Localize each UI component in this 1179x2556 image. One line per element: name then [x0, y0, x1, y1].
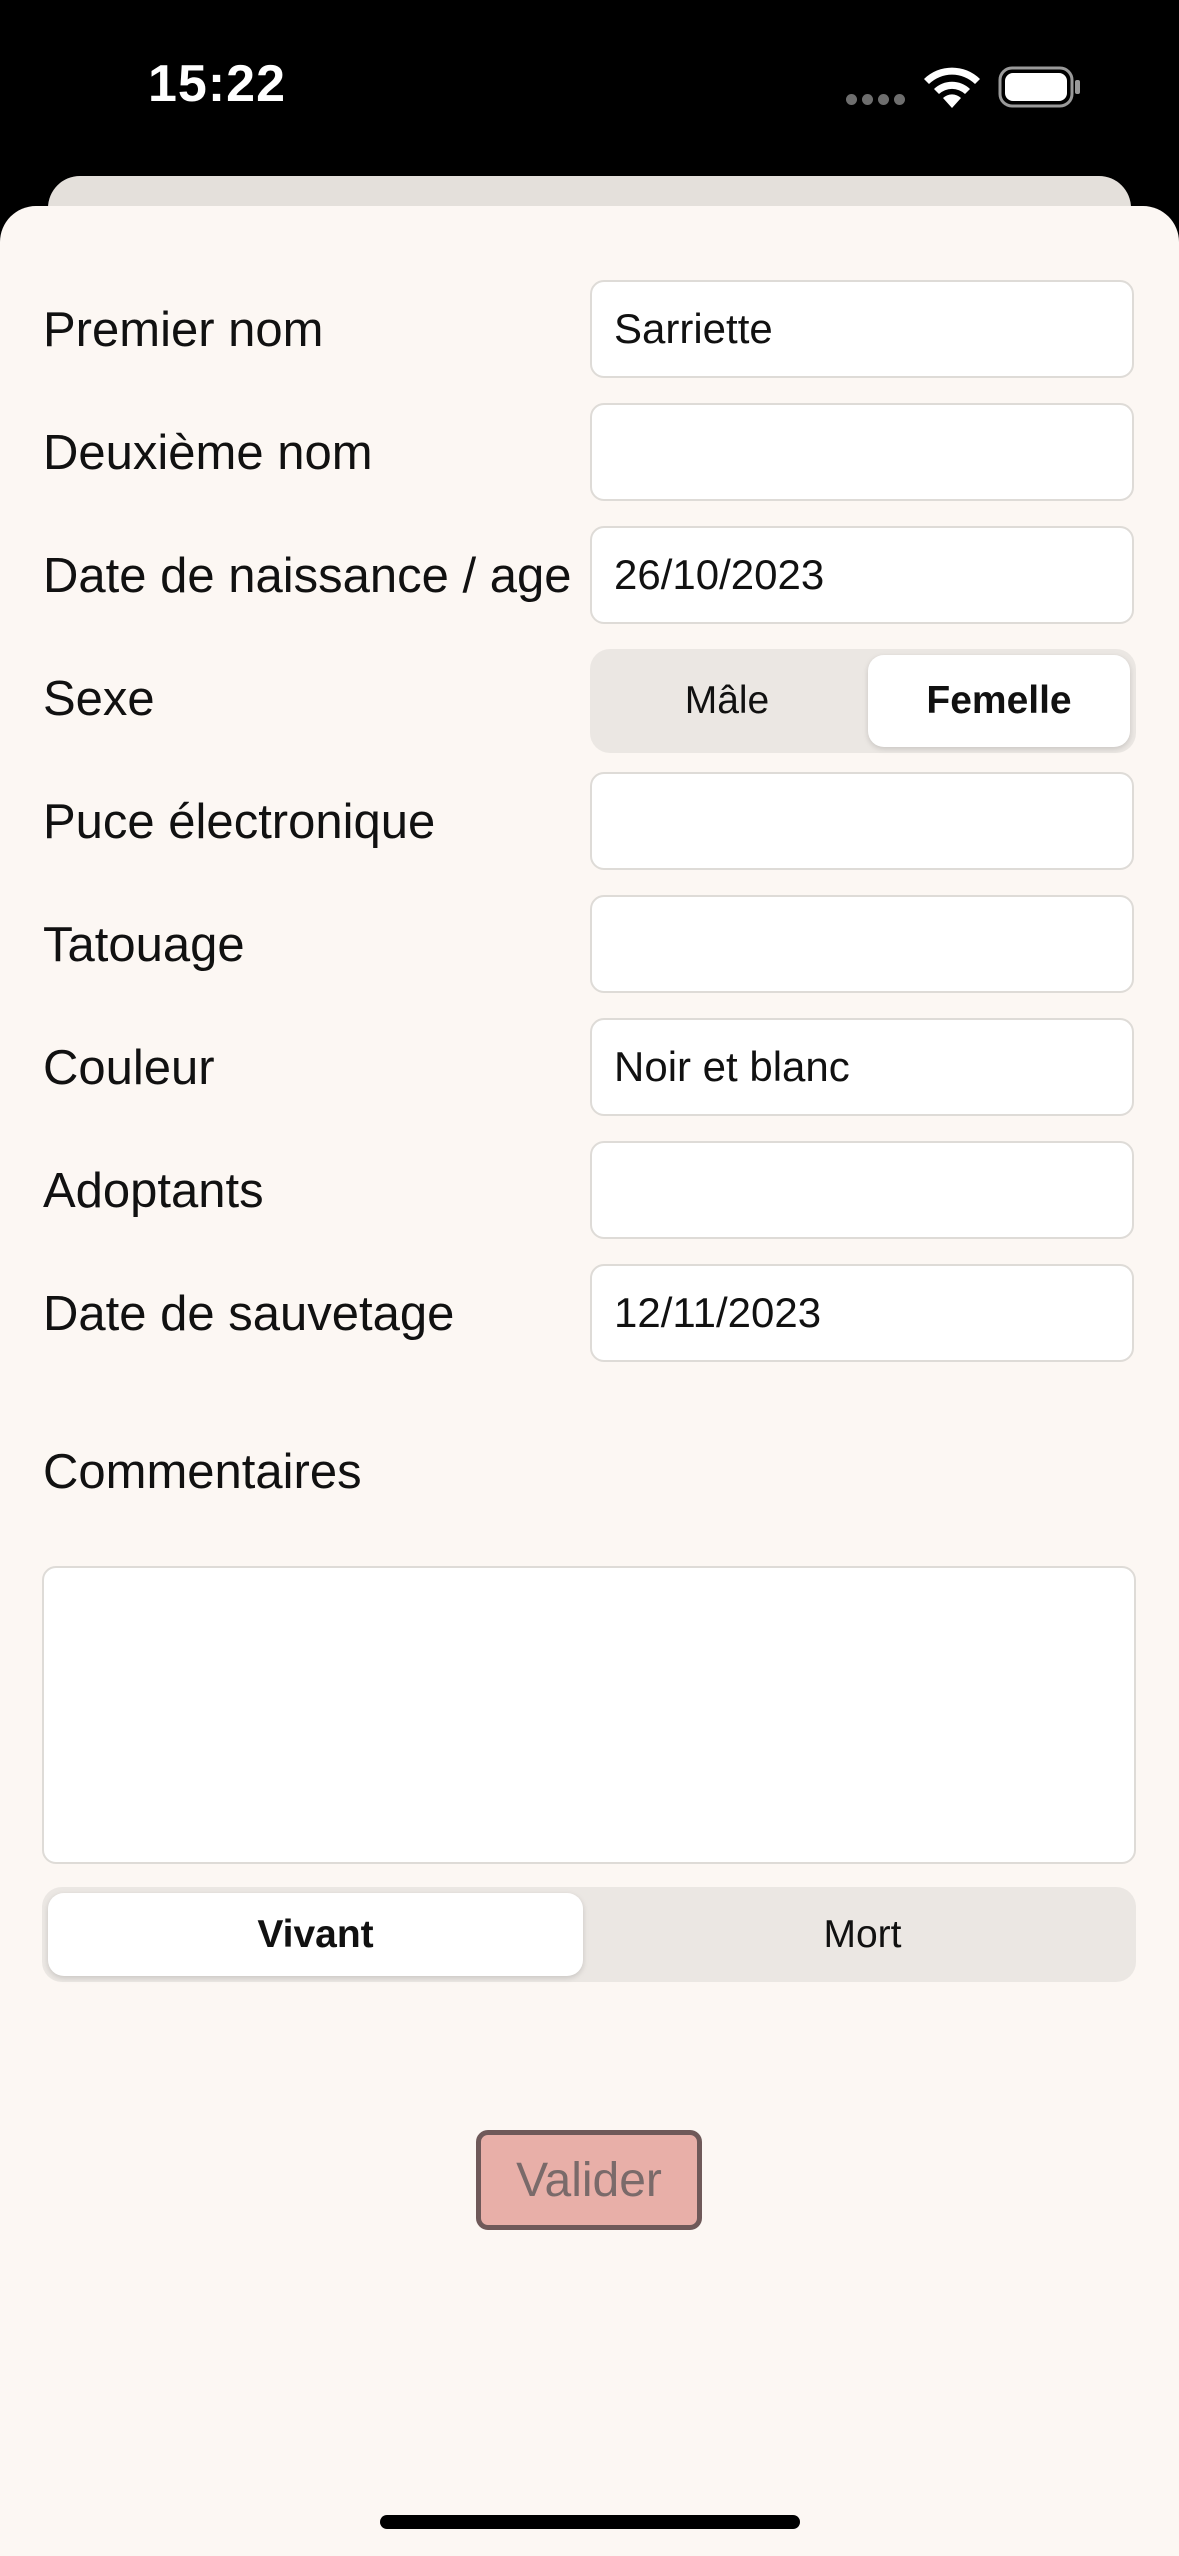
color-label: Couleur [43, 1041, 215, 1095]
tattoo-input[interactable] [590, 895, 1134, 993]
rescue-date-label: Date de sauvetage [43, 1287, 455, 1341]
first-name-input[interactable] [590, 280, 1134, 378]
validate-button[interactable]: Valider [476, 2130, 702, 2230]
screen: 15:22 Premier nom Deuxième nom Date de n… [0, 0, 1179, 2556]
adopters-label: Adoptants [43, 1164, 264, 1218]
sex-option-male[interactable]: Mâle [596, 655, 858, 747]
cellular-signal-icon [846, 94, 906, 106]
sex-segmented-control: Mâle Femelle [590, 649, 1136, 753]
comments-textarea[interactable] [42, 1566, 1136, 1864]
status-option-alive[interactable]: Vivant [48, 1893, 583, 1976]
first-name-label: Premier nom [43, 303, 324, 357]
home-indicator[interactable] [380, 2515, 800, 2529]
wifi-icon [924, 67, 980, 108]
sex-option-female[interactable]: Femelle [868, 655, 1130, 747]
adopters-input[interactable] [590, 1141, 1134, 1239]
sex-label: Sexe [43, 672, 155, 726]
status-segmented-control: Vivant Mort [42, 1887, 1136, 1982]
status-time: 15:22 [148, 55, 286, 113]
microchip-input[interactable] [590, 772, 1134, 870]
battery-icon [998, 66, 1080, 108]
microchip-label: Puce électronique [43, 795, 436, 849]
second-name-label: Deuxième nom [43, 426, 373, 480]
comments-label: Commentaires [43, 1445, 362, 1499]
rescue-date-input[interactable] [590, 1264, 1134, 1362]
birth-date-input[interactable] [590, 526, 1134, 624]
tattoo-label: Tatouage [43, 918, 245, 972]
birth-date-label: Date de naissance / age [43, 549, 572, 603]
second-name-input[interactable] [590, 403, 1134, 501]
color-input[interactable] [590, 1018, 1134, 1116]
status-option-dead[interactable]: Mort [595, 1893, 1130, 1976]
